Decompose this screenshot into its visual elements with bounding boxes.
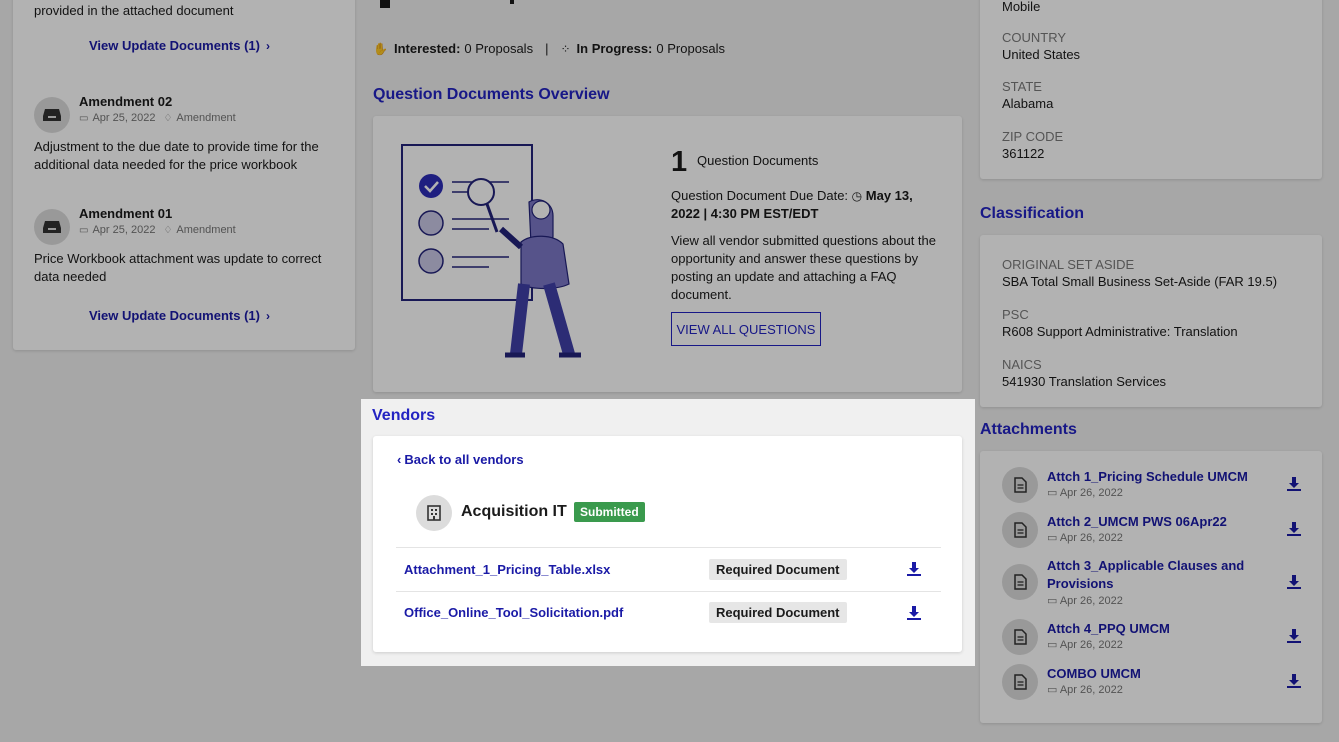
page-heading-partial xyxy=(380,0,390,8)
calendar-icon: ▭ xyxy=(1047,684,1060,696)
spinner-icon: ⁘ xyxy=(560,41,571,56)
amendment-meta: ▭ Apr 25, 2022 ♢ Amendment xyxy=(79,224,236,236)
location-card: Mobile COUNTRY United States STATE Alaba… xyxy=(980,0,1322,179)
attachment-date: ▭ Apr 26, 2022 xyxy=(1047,595,1123,607)
document-icon xyxy=(1002,512,1038,548)
chevron-right-icon: › xyxy=(265,38,270,53)
view-update-documents-link[interactable]: View Update Documents (1) › xyxy=(89,38,270,53)
download-icon[interactable] xyxy=(907,562,921,576)
location-field: COUNTRY United States xyxy=(1002,30,1081,62)
back-to-vendors-link[interactable]: ‹ Back to all vendors xyxy=(397,452,524,467)
calendar-icon: ▭ xyxy=(79,112,89,124)
attachment-item: Attch 1_Pricing Schedule UMCM ▭ Apr 26, … xyxy=(1002,466,1307,506)
question-documents-card: 1 Question Documents Question Document D… xyxy=(373,116,962,392)
view-all-questions-button[interactable]: VIEW ALL QUESTIONS xyxy=(671,312,821,346)
calendar-icon: ▭ xyxy=(1047,639,1060,651)
attachment-link[interactable]: COMBO UMCM xyxy=(1047,665,1262,683)
download-icon[interactable] xyxy=(1287,477,1301,491)
attachment-date: ▭ Apr 26, 2022 xyxy=(1047,532,1123,544)
vendor-detail-card: ‹ Back to all vendors Acquisition IT Sub… xyxy=(373,436,962,652)
clock-icon: ◷ xyxy=(851,189,863,203)
inbox-icon xyxy=(34,209,70,245)
chevron-left-icon: ‹ xyxy=(397,452,402,467)
attachments-card: Attch 1_Pricing Schedule UMCM ▭ Apr 26, … xyxy=(980,451,1322,723)
hand-icon: ✋ xyxy=(373,41,388,56)
attachment-link[interactable]: Attch 1_Pricing Schedule UMCM xyxy=(1047,468,1262,486)
location-field: STATE Alabama xyxy=(1002,79,1054,111)
classification-title: Classification xyxy=(980,205,1085,222)
attachment-date: ▭ Apr 26, 2022 xyxy=(1047,684,1123,696)
inbox-icon xyxy=(34,97,70,133)
required-document-tag: Required Document xyxy=(709,559,847,580)
attachment-item: Attch 3_Applicable Clauses and Provision… xyxy=(1002,555,1307,609)
question-illustration xyxy=(399,142,589,367)
classification-card: ORIGINAL SET ASIDE SBA Total Small Busin… xyxy=(980,235,1322,407)
required-document-tag: Required Document xyxy=(709,602,847,623)
attachment-date: ▭ Apr 26, 2022 xyxy=(1047,639,1123,651)
attachment-date: ▭ Apr 26, 2022 xyxy=(1047,487,1123,499)
proposal-status-bar: ✋ Interested: 0 Proposals | ⁘ In Progres… xyxy=(373,41,726,56)
calendar-icon: ▭ xyxy=(1047,595,1060,607)
amendment-title: Amendment 01 xyxy=(79,206,173,221)
calendar-icon: ▭ xyxy=(79,224,89,236)
amendment-meta: ▭ Apr 25, 2022 ♢ Amendment xyxy=(79,112,236,124)
previous-amendment-description: provided in the attached document xyxy=(34,3,234,18)
question-due-date: Question Document Due Date: ◷ May 13, 20… xyxy=(671,188,913,221)
vendors-panel: Vendors ‹ Back to all vendors Acquisitio… xyxy=(361,399,975,666)
document-icon xyxy=(1002,664,1038,700)
amendments-card: provided in the attached document View U… xyxy=(13,0,355,350)
view-update-documents-link[interactable]: View Update Documents (1) › xyxy=(89,308,270,323)
download-icon[interactable] xyxy=(1287,674,1301,688)
chevron-right-icon: › xyxy=(265,308,270,323)
heading-fragment xyxy=(510,0,514,4)
vendor-status-badge: Submitted xyxy=(574,502,645,522)
vendors-title: Vendors xyxy=(372,407,436,424)
classification-field: NAICS 541930 Translation Services xyxy=(1002,357,1167,389)
classification-field: PSC R608 Support Administrative: Transla… xyxy=(1002,307,1238,339)
table-row: Office_Online_Tool_Solicitation.pdf Requ… xyxy=(396,591,941,635)
amendment-description: Price Workbook attachment was update to … xyxy=(34,251,322,284)
calendar-icon: ▭ xyxy=(1047,532,1060,544)
attachment-item: Attch 4_PPQ UMCM ▭ Apr 26, 2022 xyxy=(1002,618,1307,658)
document-link[interactable]: Attachment_1_Pricing_Table.xlsx xyxy=(404,562,610,577)
amendment-description: Adjustment to the due date to provide ti… xyxy=(34,139,319,172)
attachment-item: Attch 2_UMCM PWS 06Apr22 ▭ Apr 26, 2022 xyxy=(1002,511,1307,551)
amendment-title: Amendment 02 xyxy=(79,94,173,109)
document-icon xyxy=(1002,564,1038,600)
attachment-item: COMBO UMCM ▭ Apr 26, 2022 xyxy=(1002,663,1307,703)
calendar-icon: ▭ xyxy=(1047,487,1060,499)
vendor-name: Acquisition IT xyxy=(461,503,567,520)
question-count: 1 xyxy=(671,146,688,178)
document-icon xyxy=(1002,467,1038,503)
document-link[interactable]: Office_Online_Tool_Solicitation.pdf xyxy=(404,605,623,620)
attachments-title: Attachments xyxy=(980,421,1077,438)
table-row: Attachment_1_Pricing_Table.xlsx Required… xyxy=(396,547,941,591)
download-icon[interactable] xyxy=(1287,522,1301,536)
bell-icon: ♢ xyxy=(163,112,173,124)
building-icon xyxy=(416,495,452,531)
question-description: View all vendor submitted questions abou… xyxy=(671,233,936,302)
bell-icon: ♢ xyxy=(163,224,173,236)
classification-field: ORIGINAL SET ASIDE SBA Total Small Busin… xyxy=(1002,257,1278,289)
question-documents-title: Question Documents Overview xyxy=(373,86,610,103)
device-value: Mobile xyxy=(1002,0,1041,14)
attachment-link[interactable]: Attch 2_UMCM PWS 06Apr22 xyxy=(1047,513,1262,531)
location-field: ZIP CODE 361122 xyxy=(1002,129,1064,161)
vendor-documents-table: Attachment_1_Pricing_Table.xlsx Required… xyxy=(396,547,941,635)
attachment-link[interactable]: Attch 3_Applicable Clauses and Provision… xyxy=(1047,557,1262,593)
download-icon[interactable] xyxy=(1287,629,1301,643)
question-count-label: Question Documents xyxy=(697,153,819,168)
download-icon[interactable] xyxy=(1287,575,1301,589)
download-icon[interactable] xyxy=(907,606,921,620)
attachment-link[interactable]: Attch 4_PPQ UMCM xyxy=(1047,620,1262,638)
document-icon xyxy=(1002,619,1038,655)
